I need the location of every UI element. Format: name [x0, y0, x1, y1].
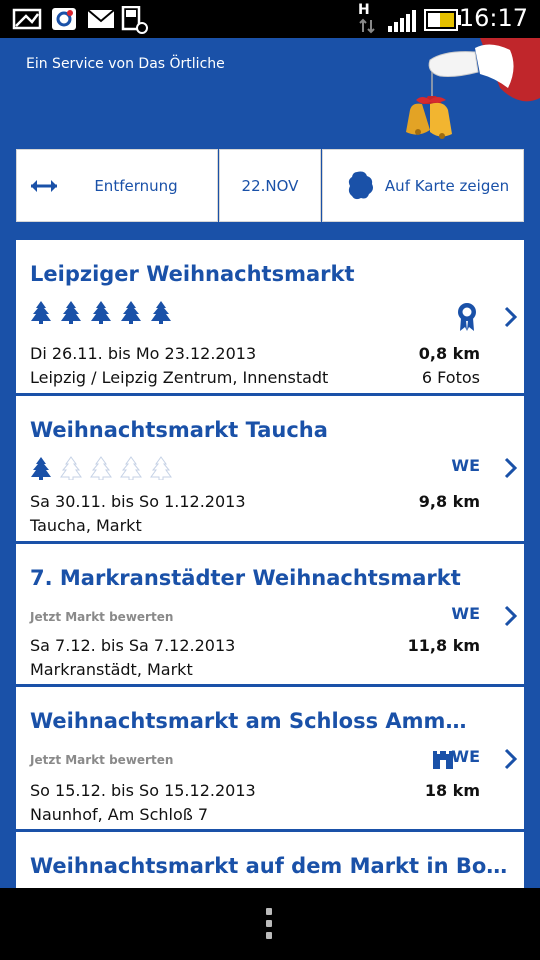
market-title: 7. Markranstädter Weihnachtsmarkt: [30, 566, 461, 590]
photo-count: 6 Fotos: [421, 368, 480, 387]
chevron-right-icon: [504, 457, 518, 479]
list-item[interactable]: 7. Markranstädter Weihnachtsmarkt Jetzt …: [16, 544, 524, 684]
market-location: Markranstädt, Markt: [30, 660, 193, 679]
chevron-right-icon: [504, 605, 518, 627]
market-location: Taucha, Markt: [30, 516, 142, 535]
double-arrow-icon: [31, 180, 57, 192]
tree-icon: [91, 301, 111, 324]
market-distance: 18 km: [424, 781, 480, 800]
tree-outline-icon: [60, 456, 82, 480]
market-dates: Di 26.11. bis Mo 23.12.2013: [30, 344, 257, 363]
service-text: Ein Service von Das Örtliche: [26, 56, 225, 72]
market-title: Weihnachtsmarkt am Schloss Ammelsh…: [30, 709, 480, 733]
rating: [30, 300, 172, 324]
signal-icon: [388, 10, 416, 32]
app-notification-icon: [52, 8, 76, 30]
rate-market-link[interactable]: Jetzt Markt bewerten: [30, 610, 173, 624]
award-ribbon-icon: [458, 303, 476, 331]
market-distance: 0,8 km: [418, 344, 480, 363]
weekend-badge: WE: [451, 747, 480, 766]
chevron-right-icon: [504, 306, 518, 328]
date-filter-button[interactable]: 22.NOV: [219, 149, 321, 222]
market-location: Leipzig / Leipzig Zentrum, Innenstadt: [30, 368, 329, 387]
list-item[interactable]: Weihnachtsmarkt auf dem Markt in Borna: [16, 832, 524, 888]
chevron-right-icon: [504, 748, 518, 770]
navigation-bar: [0, 888, 540, 960]
data-arrows-icon: [359, 18, 375, 34]
market-dates: Sa 30.11. bis So 1.12.2013: [30, 492, 246, 511]
picture-frame-icon: [12, 8, 42, 30]
menu-dots-icon[interactable]: [266, 908, 274, 944]
santa-hand-bells-icon: [406, 38, 540, 139]
market-distance: 9,8 km: [418, 492, 480, 511]
market-list[interactable]: Leipziger Weihnachtsmarkt Di 26.11. bis …: [0, 240, 540, 888]
battery-icon: [424, 9, 461, 31]
map-pin-region-icon: [348, 171, 373, 200]
rate-market-link[interactable]: Jetzt Markt bewerten: [30, 753, 173, 767]
rating: [30, 456, 172, 480]
market-title: Weihnachtsmarkt auf dem Markt in Borna: [30, 854, 510, 878]
tree-outline-icon: [120, 456, 142, 480]
tree-icon: [121, 301, 141, 324]
date-filter-label: 22.NOV: [241, 176, 299, 195]
tree-icon: [31, 301, 51, 324]
market-dates: So 15.12. bis So 15.12.2013: [30, 781, 256, 800]
list-item[interactable]: Leipziger Weihnachtsmarkt Di 26.11. bis …: [16, 240, 524, 393]
weekend-badge: WE: [451, 456, 480, 475]
network-type-label: H: [358, 2, 370, 18]
tree-outline-icon: [150, 456, 172, 480]
market-dates: Sa 7.12. bis Sa 7.12.2013: [30, 636, 236, 655]
tree-icon: [61, 301, 81, 324]
sd-card-settings-icon: [121, 6, 148, 34]
tree-outline-icon: [90, 456, 112, 480]
list-item[interactable]: Weihnachtsmarkt Taucha WE Sa 30.11. bis …: [16, 396, 524, 541]
show-map-button[interactable]: Auf Karte zeigen: [322, 149, 524, 222]
list-item[interactable]: Weihnachtsmarkt am Schloss Ammelsh… Jetz…: [16, 687, 524, 829]
tree-icon: [151, 301, 171, 324]
market-title: Leipziger Weihnachtsmarkt: [30, 262, 355, 286]
tree-icon: [31, 457, 51, 480]
app-header: Ein Service von Das Örtliche Entfernung …: [0, 38, 540, 240]
toolbar: Entfernung 22.NOV Auf Karte zeigen: [16, 149, 524, 222]
show-map-label: Auf Karte zeigen: [384, 176, 510, 195]
market-location: Naunhof, Am Schloß 7: [30, 805, 209, 824]
weekend-badge: WE: [451, 604, 480, 623]
mail-icon: [87, 9, 115, 28]
sort-distance-label: Entfernung: [94, 176, 178, 195]
market-title: Weihnachtsmarkt Taucha: [30, 418, 328, 442]
clock: 16:17: [458, 4, 528, 32]
sort-distance-button[interactable]: Entfernung: [16, 149, 218, 222]
market-distance: 11,8 km: [407, 636, 480, 655]
status-bar: H 16:17: [0, 0, 540, 38]
